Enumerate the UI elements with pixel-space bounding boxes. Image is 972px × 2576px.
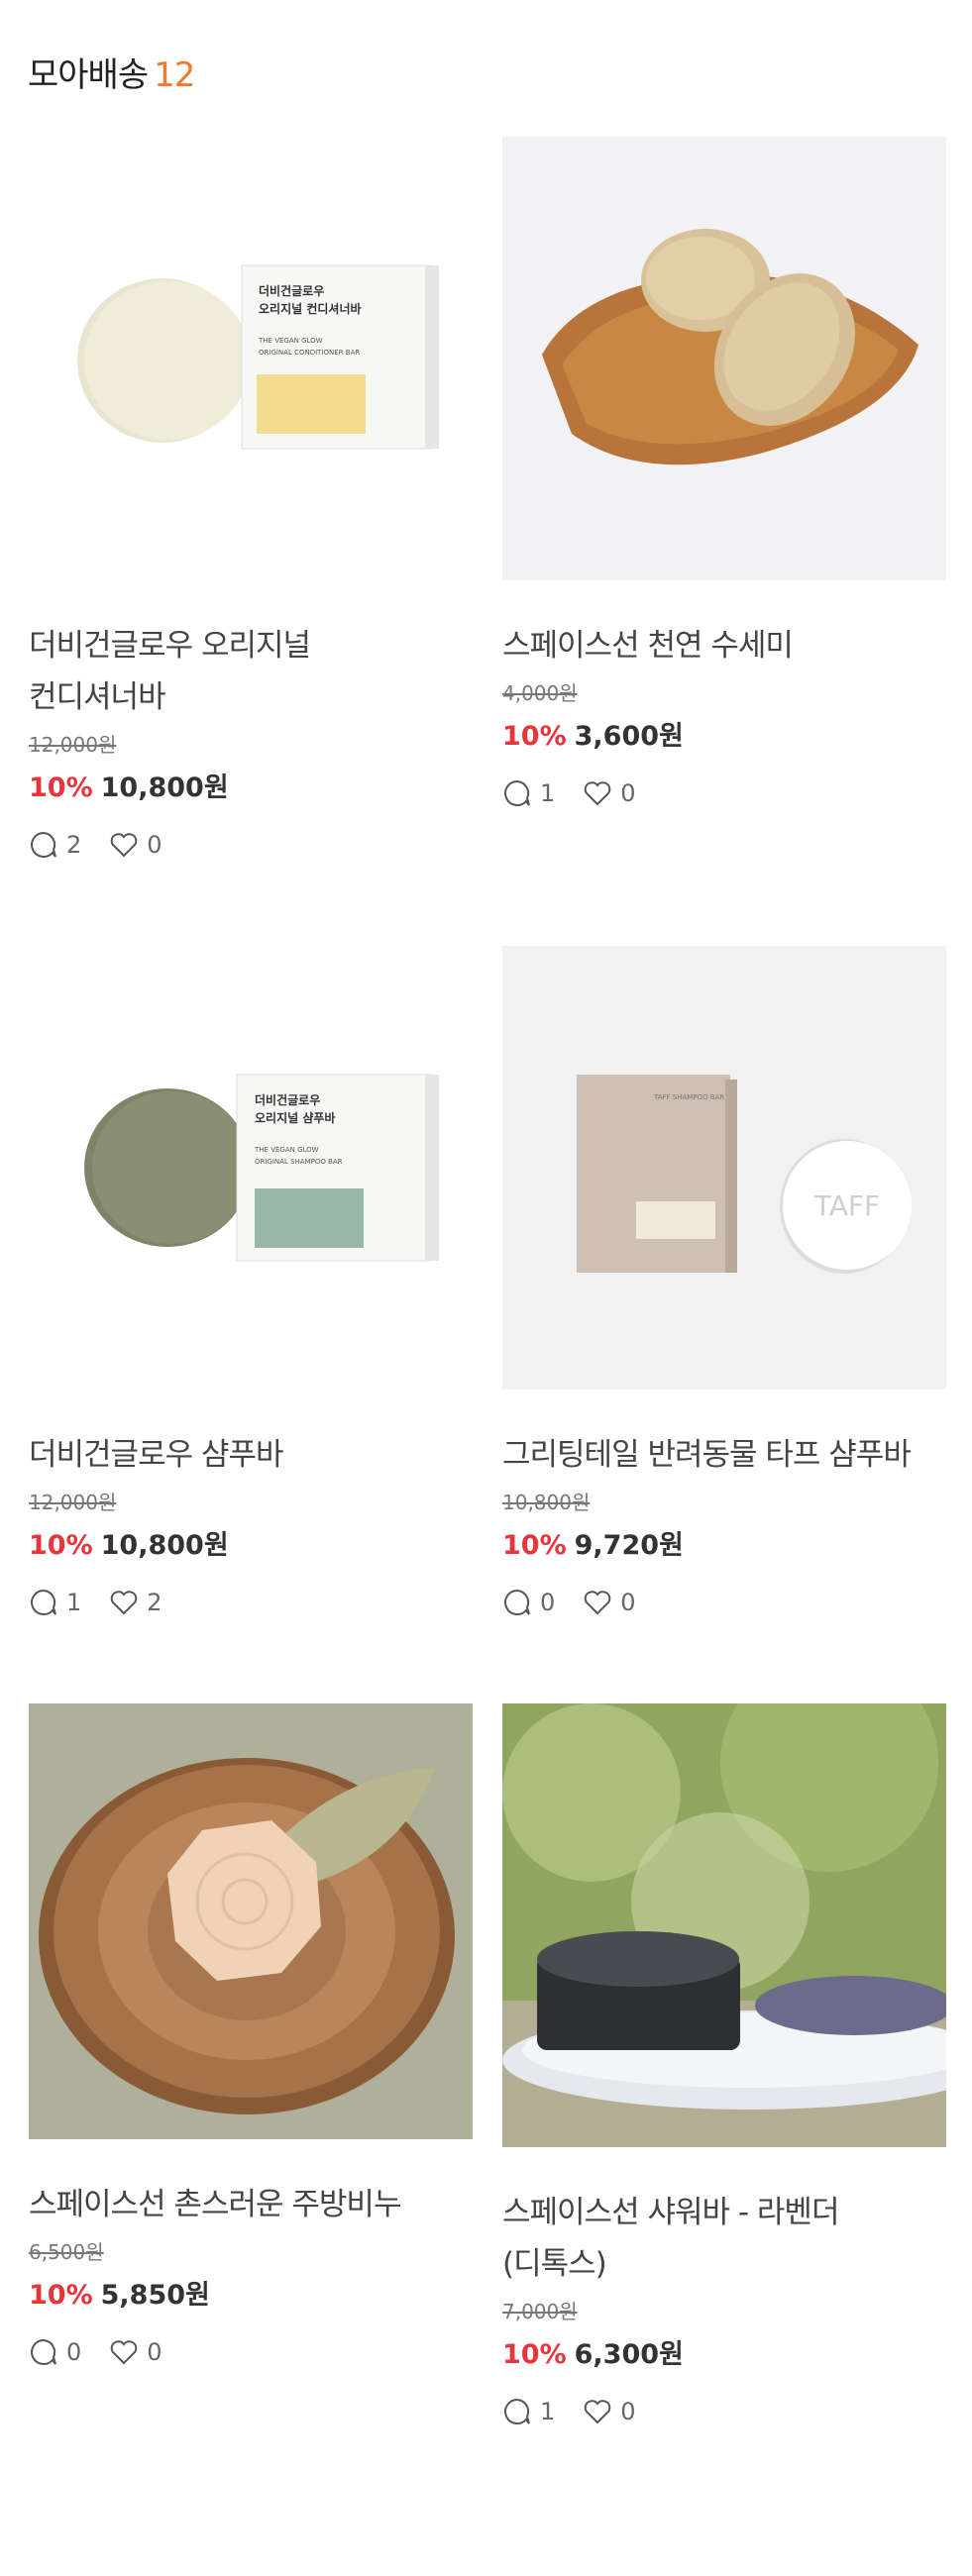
product-name[interactable]: 더비건글로우 오리지널 컨디셔너바 <box>29 620 473 723</box>
header-title: 모아배송 <box>28 55 149 95</box>
discount-rate: 10% <box>502 721 567 752</box>
product-name[interactable]: 스페이스선 천연 수세미 <box>502 620 946 671</box>
box-label-en-1: THE VEGAN GLOW <box>254 1146 319 1154</box>
product-meta: 2 0 <box>29 830 473 860</box>
product-image[interactable]: 더비건글로우 오리지널 샴푸바 THE VEGAN GLOW ORIGINAL … <box>29 946 473 1390</box>
heart-icon[interactable] <box>583 2397 612 2426</box>
product-meta: 1 2 <box>29 1588 473 1617</box>
comment-count: 1 <box>66 1589 82 1616</box>
comment-icon[interactable] <box>29 830 58 860</box>
comment-count: 1 <box>540 779 556 807</box>
product-image[interactable]: 더비건글로우 오리지널 컨디셔너바 THE VEGAN GLOW ORIGINA… <box>29 137 473 580</box>
heart-icon[interactable] <box>109 2337 139 2367</box>
box-label-en-2: ORIGINAL CONDITIONER BAR <box>259 349 360 357</box>
sale-price-row: 10% 3,600원 <box>502 714 946 753</box>
sale-price: 6,300원 <box>574 2339 684 2370</box>
original-price: 12,000원 <box>29 733 117 757</box>
sale-price-row: 10% 10,800원 <box>29 1523 473 1562</box>
soap-emboss: TAFF <box>813 1189 880 1222</box>
product-name-line: 더비건글로우 오리지널 <box>29 628 311 664</box>
heart-icon[interactable] <box>109 1588 139 1617</box>
sale-price-row: 10% 10,800원 <box>29 766 473 804</box>
product-card[interactable]: 스페이스선 샤워바 - 라벤더 (디톡스) 7,000원 10% 6,300원 1… <box>502 1703 946 2426</box>
product-name-line: 스페이스선 샤워바 - 라벤더 <box>502 2195 839 2230</box>
product-name-line: 그리팅테일 반려동물 타프 샴푸바 <box>502 1437 912 1473</box>
product-image[interactable]: TAFF SHAMPOO BAR TAFF <box>502 946 946 1390</box>
like-count: 0 <box>147 2338 162 2366</box>
box-label-ko-2: 오리지널 샴푸바 <box>255 1110 335 1125</box>
product-name[interactable]: 스페이스선 촌스러운 주방비누 <box>29 2179 473 2230</box>
product-card[interactable]: 스페이스선 촌스러운 주방비누 6,500원 10% 5,850원 0 0 <box>29 1703 473 2367</box>
comment-count: 2 <box>66 831 82 859</box>
product-card[interactable]: TAFF SHAMPOO BAR TAFF 그리팅테일 반려동물 타프 샴푸바 … <box>502 946 946 1617</box>
like-count: 2 <box>147 1589 162 1616</box>
heart-icon[interactable] <box>583 1588 612 1617</box>
comment-count: 0 <box>66 2338 82 2366</box>
sale-price: 9,720원 <box>574 1530 684 1561</box>
sale-price: 10,800원 <box>100 773 229 803</box>
sale-price-row: 10% 5,850원 <box>29 2273 473 2312</box>
sale-price-row: 10% 9,720원 <box>502 1523 946 1562</box>
product-name-line: (디톡스) <box>502 2246 607 2282</box>
original-price: 6,500원 <box>29 2240 104 2264</box>
discount-rate: 10% <box>29 2280 93 2311</box>
product-image[interactable] <box>29 1703 473 2139</box>
like-count: 0 <box>620 2398 636 2425</box>
comment-count: 1 <box>540 2398 556 2425</box>
discount-rate: 10% <box>502 1530 567 1561</box>
product-card[interactable]: 더비건글로우 오리지널 컨디셔너바 THE VEGAN GLOW ORIGINA… <box>29 137 473 860</box>
sale-price: 10,800원 <box>100 1530 229 1561</box>
product-name-line: 스페이스선 촌스러운 주방비누 <box>29 2187 401 2222</box>
original-price: 4,000원 <box>502 681 578 705</box>
comment-icon[interactable] <box>502 1588 532 1617</box>
comment-icon[interactable] <box>29 2337 58 2367</box>
box-label: TAFF SHAMPOO BAR <box>653 1093 724 1101</box>
sale-price: 5,850원 <box>100 2280 210 2311</box>
like-count: 0 <box>620 779 636 807</box>
heart-icon[interactable] <box>109 830 139 860</box>
discount-rate: 10% <box>29 1530 93 1561</box>
original-price: 7,000원 <box>502 2300 578 2323</box>
product-name-line: 스페이스선 천연 수세미 <box>502 628 794 664</box>
product-image[interactable] <box>502 1703 946 2147</box>
like-count: 0 <box>620 1589 636 1616</box>
discount-rate: 10% <box>29 773 93 803</box>
original-price: 10,800원 <box>502 1491 591 1514</box>
comment-icon[interactable] <box>502 2397 532 2426</box>
product-meta: 0 0 <box>502 1588 946 1617</box>
heart-icon[interactable] <box>583 778 612 808</box>
like-count: 0 <box>147 831 162 859</box>
box-label-ko-1: 더비건글로우 <box>255 1092 320 1107</box>
product-meta: 1 0 <box>502 778 946 808</box>
product-card[interactable]: 더비건글로우 오리지널 샴푸바 THE VEGAN GLOW ORIGINAL … <box>29 946 473 1617</box>
product-name[interactable]: 그리팅테일 반려동물 타프 샴푸바 <box>502 1429 946 1481</box>
product-name[interactable]: 더비건글로우 샴푸바 <box>29 1429 473 1481</box>
product-image[interactable] <box>502 137 946 580</box>
page-title: 모아배송 12 <box>28 48 195 96</box>
product-name[interactable]: 스페이스선 샤워바 - 라벤더 (디톡스) <box>502 2187 946 2290</box>
product-name-line: 더비건글로우 샴푸바 <box>29 1437 284 1473</box>
product-meta: 0 0 <box>29 2337 473 2367</box>
product-card[interactable]: 스페이스선 천연 수세미 4,000원 10% 3,600원 1 0 <box>502 137 946 808</box>
box-label-ko-2: 오리지널 컨디셔너바 <box>259 301 362 316</box>
comment-count: 0 <box>540 1589 556 1616</box>
comment-icon[interactable] <box>502 778 532 808</box>
product-name-line: 컨디셔너바 <box>29 679 166 715</box>
sale-price: 3,600원 <box>574 721 684 752</box>
sale-price-row: 10% 6,300원 <box>502 2332 946 2371</box>
original-price: 12,000원 <box>29 1491 117 1514</box>
product-meta: 1 0 <box>502 2397 946 2426</box>
item-count: 12 <box>154 55 195 95</box>
comment-icon[interactable] <box>29 1588 58 1617</box>
box-label-ko-1: 더비건글로우 <box>259 283 324 298</box>
discount-rate: 10% <box>502 2339 567 2370</box>
box-label-en-2: ORIGINAL SHAMPOO BAR <box>255 1158 343 1166</box>
box-label-en-1: THE VEGAN GLOW <box>258 337 323 345</box>
